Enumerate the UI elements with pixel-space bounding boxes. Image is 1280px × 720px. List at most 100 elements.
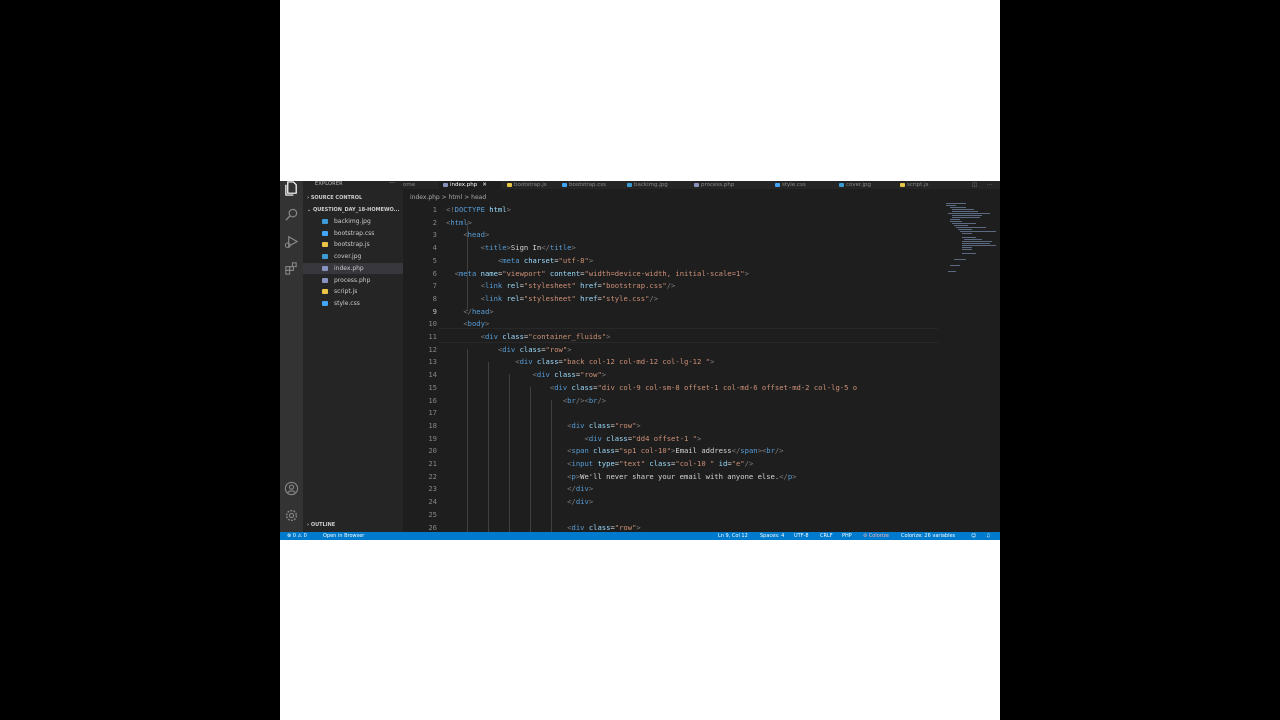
minimap-line [954, 259, 966, 260]
line-number: 21 [428, 459, 437, 468]
code-line[interactable]: </head> [446, 306, 493, 319]
tab-backimg-jpg[interactable]: backimg.jpg [623, 181, 687, 189]
search-icon[interactable] [284, 207, 299, 222]
code-line[interactable]: <title>Sign In</title> [446, 242, 576, 255]
more-actions-icon[interactable]: ··· [389, 181, 395, 187]
tab-index-php[interactable]: index.php ✕ [439, 181, 501, 189]
line-ending[interactable]: CRLF [820, 532, 833, 540]
breadcrumb-head[interactable]: head [471, 194, 486, 201]
breadcrumb-html[interactable]: html [449, 194, 463, 201]
code-line[interactable]: <link rel="stylesheet" href="bootstrap.c… [446, 280, 676, 293]
tab-label: backimg.jpg [634, 182, 668, 188]
chevron-right-icon: › [307, 195, 310, 201]
code-line[interactable]: </div> [446, 496, 593, 509]
chevron-down-icon: ⌄ [307, 207, 312, 213]
tab-bootstrap-css[interactable]: bootstrap.css [558, 181, 620, 189]
video-letterbox-bottom [280, 540, 1000, 720]
line-number: 24 [428, 497, 437, 507]
code-line[interactable]: <head> [446, 229, 489, 242]
file-item[interactable]: backimg.jpg [303, 216, 403, 227]
colorize-toggle[interactable]: ⊘ Colorize [863, 532, 889, 540]
code-line[interactable]: <input type="text" class="col-10 " id="e… [446, 458, 753, 471]
file-name: backimg.jpg [334, 218, 371, 225]
notifications-bell-icon[interactable]: ♫ [986, 532, 990, 540]
split-editor-icon[interactable]: ◫ [972, 181, 977, 189]
code-line[interactable]: <div class="row"> [446, 344, 572, 357]
tab-ome[interactable]: ome [403, 181, 437, 189]
code-line[interactable]: <div class="div col-9 col-sm-8 offset-1 … [446, 382, 857, 395]
settings-gear-icon[interactable] [284, 508, 299, 523]
code-line[interactable]: <meta charset="utf-8"> [446, 255, 593, 268]
file-encoding[interactable]: UTF-8 [794, 532, 809, 540]
feedback-icon[interactable]: ☺ [971, 532, 976, 540]
close-icon[interactable]: ✕ [482, 182, 487, 188]
vscode-window: EXPLORER ··· › SOURCE CONTROL ⌄ QUESTION… [280, 181, 1000, 540]
activity-bar [280, 181, 303, 532]
code-line[interactable]: <br/><br/> [446, 395, 606, 408]
code-line[interactable]: <div class="dd4 offset-1 "> [446, 433, 701, 446]
code-line[interactable]: <div class="row"> [446, 369, 607, 382]
code-line[interactable]: <body> [446, 318, 489, 331]
more-actions-icon[interactable]: ··· [987, 181, 992, 189]
tab-script-js[interactable]: script.js [896, 181, 946, 189]
file-item[interactable]: process.php [303, 275, 403, 286]
outline-section[interactable]: › OUTLINE [307, 522, 335, 529]
tab-process-php[interactable]: process.php [690, 181, 768, 189]
line-number: 5 [432, 255, 437, 265]
file-item[interactable]: script.js [303, 286, 403, 297]
file-type-icon [322, 300, 328, 306]
line-number: 16 [428, 395, 437, 405]
minimap[interactable] [944, 203, 996, 273]
minimap-line [946, 205, 956, 206]
file-type-icon [322, 289, 328, 295]
editor-tab-bar: ome index.php ✕ bootstrap.js bootstrap.css ba… [403, 181, 1000, 189]
line-number: 13 [428, 357, 437, 367]
explorer-icon[interactable] [284, 181, 299, 196]
video-letterbox-top [280, 0, 1000, 181]
code-line[interactable]: <div class="row"> [446, 420, 641, 433]
file-item[interactable]: style.css [303, 298, 403, 309]
code-line[interactable]: <meta name="viewport" content="width=dev… [446, 268, 749, 281]
file-item[interactable]: bootstrap.css [303, 228, 403, 239]
file-item[interactable]: index.php [303, 262, 403, 274]
file-name: process.php [334, 276, 371, 284]
source-control-section[interactable]: › SOURCE CONTROL [307, 195, 362, 202]
code-line[interactable]: <span class="sp1 col-10">Email address</… [446, 445, 783, 458]
indentation-spaces[interactable]: Spaces: 4 [760, 532, 784, 540]
code-line[interactable]: <p>We'll never share your email with any… [446, 471, 796, 484]
breadcrumb-file[interactable]: index.php [410, 194, 440, 201]
open-in-browser-button[interactable]: Open in Browser [323, 532, 364, 540]
account-icon[interactable] [284, 481, 299, 496]
file-type-icon [322, 242, 328, 248]
run-debug-icon[interactable] [284, 234, 299, 249]
file-name: cover.jpg [334, 253, 362, 261]
file-item[interactable]: bootstrap.js [303, 239, 403, 250]
extensions-icon[interactable] [284, 261, 299, 276]
line-number: 19 [428, 433, 437, 443]
code-line[interactable]: <!DOCTYPE html> [446, 204, 511, 217]
folder-section[interactable]: ⌄ QUESTION_DAY_18-HOMEWO... [307, 207, 399, 214]
code-line[interactable]: <link rel="stylesheet" href="style.css"/… [446, 293, 658, 306]
code-line[interactable]: <html> [446, 217, 472, 230]
line-number: 17 [428, 408, 437, 418]
problems-indicator[interactable]: ⊗ 0 ⚠ 0 [287, 532, 307, 540]
code-line[interactable]: </div> [446, 483, 593, 496]
cursor-position[interactable]: Ln 9, Col 12 [718, 532, 748, 540]
line-number: 6 [432, 268, 437, 278]
file-item[interactable]: cover.jpg [303, 251, 403, 262]
language-mode[interactable]: PHP [842, 532, 852, 540]
colorize-variables[interactable]: Colorize: 26 variables [901, 532, 955, 540]
minimap-line [950, 207, 966, 208]
breadcrumb: index.php > html > head [410, 194, 487, 201]
line-number: 11 [428, 332, 437, 341]
file-type-icon [900, 182, 905, 187]
code-line[interactable]: <div class="back col-12 col-md-12 col-lg… [446, 356, 714, 369]
tab-style-css[interactable]: style.css [771, 181, 833, 189]
code-line[interactable]: <div class="container_fluids"> [446, 331, 611, 344]
tab-label: process.php [701, 182, 735, 188]
code-editor[interactable]: 1 <!DOCTYPE html> 2 <html> 3 <head> 4 <title>… [403, 203, 938, 532]
tab-bootstrap-js[interactable]: bootstrap.js [503, 181, 555, 189]
line-number: 8 [432, 293, 437, 303]
minimap-line [962, 243, 990, 244]
tab-cover-jpg[interactable]: cover.jpg [835, 181, 893, 189]
